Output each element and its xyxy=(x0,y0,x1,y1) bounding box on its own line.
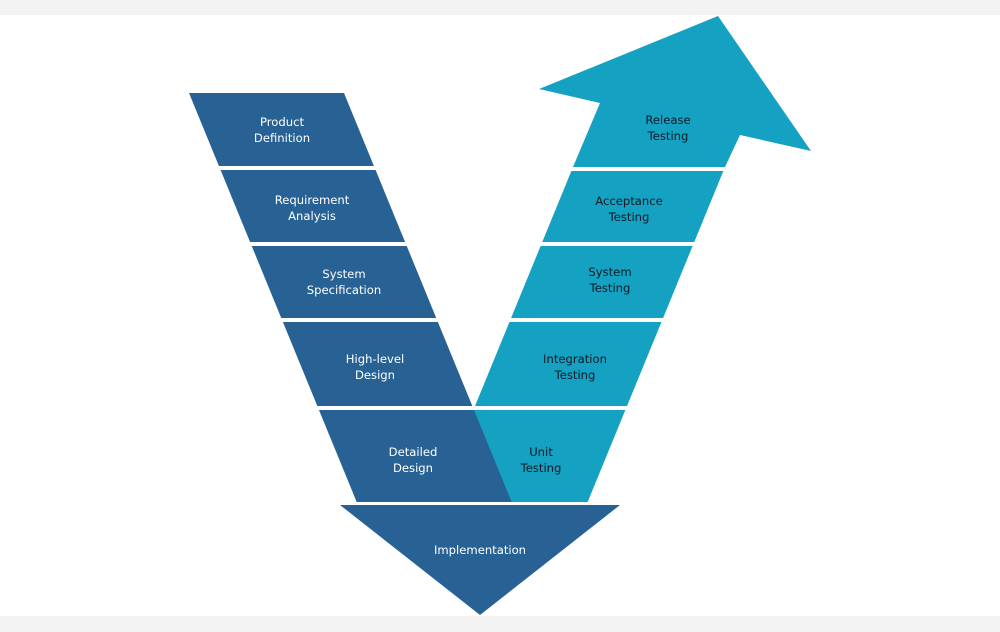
release-testing-arrow xyxy=(539,16,811,167)
development-band-1 xyxy=(189,93,374,166)
implementation-arrow xyxy=(340,505,620,615)
development-band-3 xyxy=(251,246,437,318)
implementation-label: Implementation xyxy=(434,543,526,557)
development-column xyxy=(189,93,512,502)
implementation-triangle xyxy=(340,505,620,615)
v-model-diagram: Product Definition Requirement Analysis Sy… xyxy=(189,16,811,615)
testing-column xyxy=(435,16,811,502)
